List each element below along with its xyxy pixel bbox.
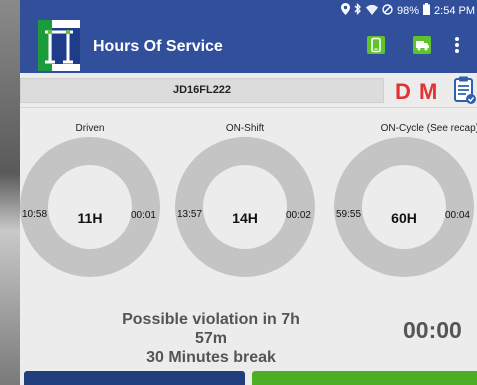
- duty-d[interactable]: D: [395, 79, 412, 104]
- gauge-right-value: 00:01: [130, 210, 156, 221]
- bottom-right-button[interactable]: [252, 371, 477, 385]
- app-window: 98% 2:54 PM Hours Of Service JD16FL222 D…: [20, 0, 477, 385]
- gauge-on-shift: ON-Shift 13:57 14H 00:02: [175, 123, 315, 277]
- gauge-label[interactable]: ON-Cycle (See recap): [334, 123, 477, 135]
- violation-warning: Possible violation in 7h 57m 30 Minutes …: [104, 310, 318, 367]
- vehicle-id-bar[interactable]: JD16FL222: [20, 78, 384, 103]
- duty-m[interactable]: M: [419, 79, 438, 104]
- vehicle-id: JD16FL222: [172, 84, 232, 96]
- gauge-right-value: 00:02: [285, 210, 311, 221]
- battery-percent: 98%: [397, 4, 420, 17]
- gauge-driven: Driven 10:58 11H 00:01: [20, 123, 160, 277]
- app-logo: [38, 20, 80, 71]
- app-title: Hours Of Service: [93, 38, 223, 55]
- gauge-label: Driven: [75, 123, 105, 134]
- clipboard-check-icon[interactable]: [453, 75, 477, 105]
- location-icon: [341, 3, 350, 18]
- wifi-icon: [366, 4, 378, 18]
- do-not-disturb-icon: [382, 3, 393, 18]
- violation-line-1: Possible violation in 7h 57m: [122, 311, 300, 347]
- status-icons: 98% 2:54 PM: [341, 2, 475, 18]
- violation-line-2: 30 Minutes break: [146, 349, 276, 366]
- break-timer: 00:00: [403, 317, 462, 343]
- gauge-ring: 13:57 14H 00:02: [175, 137, 315, 277]
- gauge-right-value: 00:04: [444, 210, 470, 221]
- clock-time: 2:54 PM: [434, 4, 475, 17]
- bottom-left-button[interactable]: [24, 371, 245, 385]
- status-bar: 98% 2:54 PM: [20, 0, 477, 20]
- gauge-ring: 59:55 60H 00:04: [334, 137, 474, 277]
- battery-icon: [423, 3, 431, 18]
- gauge-ring: 10:58 11H 00:01: [20, 137, 160, 277]
- gauge-label: ON-Shift: [225, 123, 265, 134]
- overflow-menu-icon[interactable]: [454, 36, 460, 56]
- bluetooth-icon: [354, 2, 362, 18]
- app-bar: Hours Of Service: [20, 20, 477, 73]
- phone-device-icon[interactable]: [367, 36, 385, 54]
- truck-icon[interactable]: [413, 36, 431, 54]
- gauge-on-cycle[interactable]: ON-Cycle (See recap) 59:55 60H 00:04: [334, 123, 477, 277]
- background-left: [0, 0, 22, 385]
- divider: [20, 107, 477, 108]
- duty-indicators: D M: [395, 79, 438, 105]
